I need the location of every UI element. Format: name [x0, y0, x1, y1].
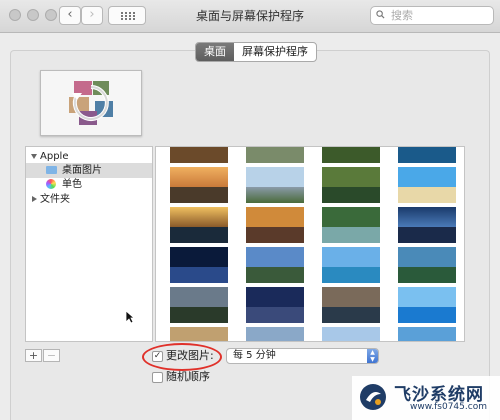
rotating-pictures-icon — [69, 81, 113, 125]
popup-arrows-icon: ▲ ▼ — [367, 349, 378, 363]
sidebar-item-label: Apple — [40, 151, 69, 162]
sidebar-item-solid-colors[interactable]: 单色 — [26, 177, 152, 192]
wallpaper-thumbnail[interactable] — [398, 167, 456, 203]
sidebar-item-apple[interactable]: Apple — [26, 149, 152, 164]
wallpaper-thumbnail[interactable] — [398, 247, 456, 283]
wallpaper-thumbnail[interactable] — [398, 327, 456, 341]
interval-popup[interactable]: 每 5 分钟 ▲ ▼ — [226, 348, 379, 364]
interval-value: 每 5 分钟 — [233, 350, 276, 361]
tab-desktop[interactable]: 桌面 — [196, 43, 234, 61]
search-field[interactable]: 搜索 — [370, 6, 494, 25]
sidebar-item-desktop-pictures[interactable]: 桌面图片 — [26, 163, 152, 178]
tab-screensaver[interactable]: 屏幕保护程序 — [234, 43, 316, 61]
current-wallpaper-preview — [40, 70, 142, 136]
sidebar-item-folders[interactable]: 文件夹 — [26, 192, 152, 207]
wallpaper-thumbnail[interactable] — [170, 167, 228, 203]
wallpaper-thumbnail[interactable] — [322, 247, 380, 283]
watermark-url: www.fs0745.com — [410, 402, 487, 412]
search-icon — [376, 10, 385, 19]
wallpaper-thumbnail[interactable] — [170, 327, 228, 341]
wallpaper-thumbnail[interactable] — [246, 247, 304, 283]
color-wheel-icon — [46, 179, 56, 189]
wallpaper-thumbnail[interactable] — [322, 287, 380, 323]
random-order-label: 随机顺序 — [166, 370, 210, 383]
wallpaper-thumbnail[interactable] — [322, 147, 380, 163]
wallpaper-grid — [155, 146, 465, 342]
wallpaper-thumbnail[interactable] — [170, 147, 228, 163]
sidebar-item-label: 文件夹 — [40, 194, 70, 205]
wallpaper-thumbnail[interactable] — [170, 207, 228, 243]
wallpaper-thumbnail[interactable] — [398, 287, 456, 323]
wallpaper-thumbnail[interactable] — [246, 167, 304, 203]
random-order-checkbox[interactable] — [152, 372, 163, 383]
mouse-pointer-icon — [125, 310, 135, 324]
wallpaper-thumbnail[interactable] — [170, 287, 228, 323]
wallpaper-thumbnail[interactable] — [246, 207, 304, 243]
wallpaper-thumbnail[interactable] — [322, 327, 380, 341]
annotation-circle — [142, 343, 222, 371]
preferences-window: ‹ › 桌面与屏幕保护程序 搜索 桌面 屏幕保护程序 Apple 桌面图片 单色… — [0, 0, 500, 420]
watermark: 飞沙系统网 www.fs0745.com — [352, 376, 500, 420]
watermark-logo-icon — [360, 384, 386, 410]
wallpaper-thumbnail[interactable] — [398, 147, 456, 163]
sidebar-item-label: 单色 — [62, 179, 82, 190]
folder-icon — [46, 166, 57, 174]
wallpaper-thumbnail[interactable] — [322, 207, 380, 243]
remove-folder-button[interactable]: − — [43, 349, 60, 362]
title-bar: ‹ › 桌面与屏幕保护程序 搜索 — [0, 0, 500, 33]
disclosure-right-icon — [32, 196, 37, 202]
disclosure-down-icon — [31, 154, 37, 159]
wallpaper-thumbnail[interactable] — [170, 247, 228, 283]
wallpaper-thumbnail[interactable] — [322, 167, 380, 203]
wallpaper-thumbnail[interactable] — [246, 327, 304, 341]
wallpaper-thumbnail[interactable] — [246, 147, 304, 163]
add-folder-button[interactable]: + — [25, 349, 42, 362]
sidebar-item-label: 桌面图片 — [62, 165, 102, 176]
search-placeholder: 搜索 — [391, 9, 413, 22]
wallpaper-thumbnail[interactable] — [398, 207, 456, 243]
tab-bar: 桌面 屏幕保护程序 — [195, 42, 317, 62]
wallpaper-thumbnail[interactable] — [246, 287, 304, 323]
